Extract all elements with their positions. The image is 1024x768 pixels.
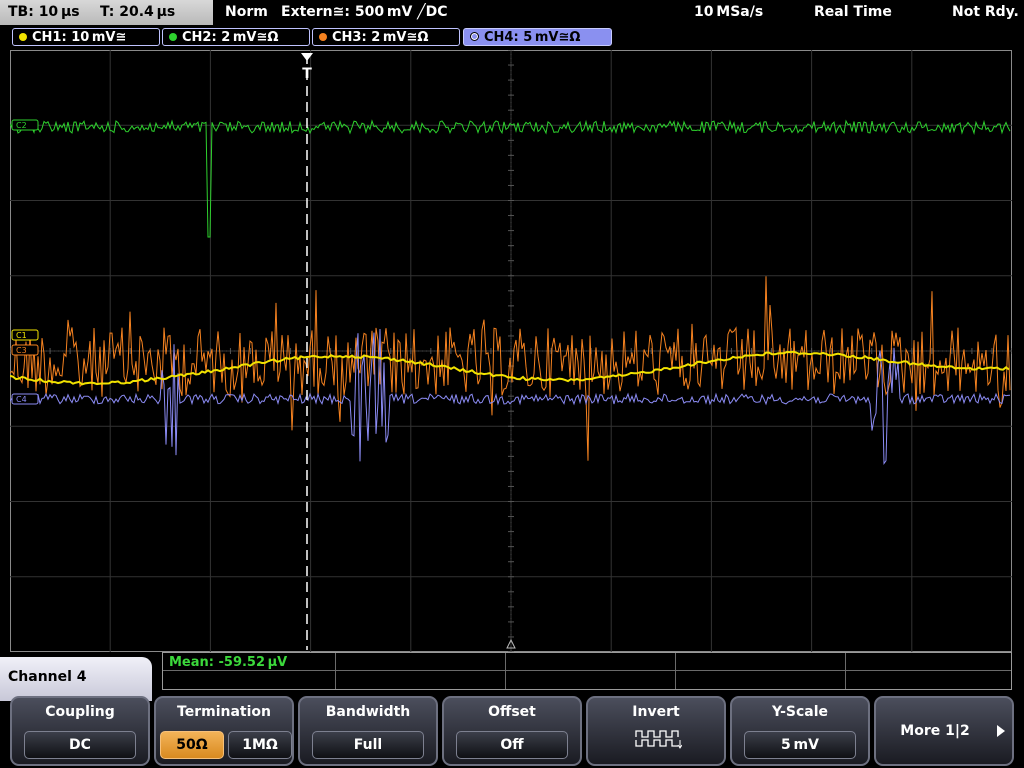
sample-rate: 10 MSa/s <box>694 4 764 20</box>
yscale-title: Y-Scale <box>771 704 828 720</box>
channel-tab-ch1[interactable]: CH1: 10 mV≅ <box>12 28 160 46</box>
termination-softkey[interactable]: Termination 50Ω 1MΩ <box>154 696 294 766</box>
timebase-readout: TB: 10 µs <box>8 4 80 20</box>
coupling-value[interactable]: DC <box>24 731 136 759</box>
waveform-display[interactable]: T C2 C1 C3 C4 <box>10 50 1012 652</box>
termination-50ohm-option[interactable]: 50Ω <box>160 731 224 759</box>
ch2-level-marker[interactable]: C2 <box>11 119 39 131</box>
channel-tab-ch2[interactable]: CH2: 2 mV≅Ω <box>162 28 310 46</box>
ch2-color-dot <box>169 33 177 41</box>
ch1-color-dot <box>19 33 27 41</box>
mean-measurement: Mean: -59.52 µV <box>169 655 288 670</box>
more-title: More 1|2 <box>900 723 970 739</box>
acquisition-mode: Real Time <box>814 4 892 20</box>
trigger-source[interactable]: Extern≅: 500 mV ╱DC <box>281 4 448 20</box>
status-bar: TB: 10 µs T: 20.4 µs Norm Extern≅: 500 m… <box>0 0 1024 26</box>
ch3-color-dot <box>319 33 327 41</box>
svg-text:C1: C1 <box>16 331 27 340</box>
svg-text:C2: C2 <box>16 121 27 130</box>
ch3-level-marker[interactable]: C3 <box>11 344 39 356</box>
chevron-right-icon <box>997 725 1005 737</box>
ch1-level-marker[interactable]: C1 <box>11 329 39 341</box>
coupling-title: Coupling <box>45 704 115 720</box>
measurement-bar: Mean: -59.52 µV <box>162 652 1012 690</box>
invert-waveform-icon <box>635 730 682 749</box>
ch2-label: CH2: 2 mV≅Ω <box>182 30 279 45</box>
invert-softkey[interactable]: Invert <box>586 696 726 766</box>
termination-title: Termination <box>177 704 271 720</box>
invert-title: Invert <box>632 704 680 720</box>
bandwidth-value[interactable]: Full <box>312 731 424 759</box>
channel-menu-title-text: Channel 4 <box>8 669 87 685</box>
yscale-value[interactable]: 5 mV <box>744 731 856 759</box>
offset-softkey[interactable]: Offset Off <box>442 696 582 766</box>
coupling-softkey[interactable]: Coupling DC <box>10 696 150 766</box>
ch4-color-dot <box>470 32 479 41</box>
trigger-position-readout: T: 20.4 µs <box>100 4 176 20</box>
channel-tab-ch3[interactable]: CH3: 2 mV≅Ω <box>312 28 460 46</box>
ch4-level-marker[interactable]: C4 <box>11 393 39 405</box>
more-softkey[interactable]: More 1|2 <box>874 696 1014 766</box>
svg-text:C4: C4 <box>16 395 27 404</box>
channel-tab-ch4[interactable]: CH4: 5 mV≅Ω <box>463 28 612 46</box>
bandwidth-title: Bandwidth <box>325 704 411 720</box>
channel-menu-title: Channel 4 <box>0 657 152 701</box>
yscale-softkey[interactable]: Y-Scale 5 mV <box>730 696 870 766</box>
trigger-mode[interactable]: Norm <box>225 4 268 20</box>
timebase-box[interactable]: TB: 10 µs T: 20.4 µs <box>0 0 213 25</box>
ch1-label: CH1: 10 mV≅ <box>32 30 127 45</box>
termination-1mohm-option[interactable]: 1MΩ <box>228 731 292 759</box>
ch4-label: CH4: 5 mV≅Ω <box>484 30 581 45</box>
run-state: Not Rdy. <box>952 4 1019 20</box>
ch3-label: CH3: 2 mV≅Ω <box>332 30 429 45</box>
bandwidth-softkey[interactable]: Bandwidth Full <box>298 696 438 766</box>
offset-title: Offset <box>488 704 536 720</box>
trigger-marker-label: T <box>302 66 312 82</box>
offset-value[interactable]: Off <box>456 731 568 759</box>
svg-text:C3: C3 <box>16 346 27 355</box>
